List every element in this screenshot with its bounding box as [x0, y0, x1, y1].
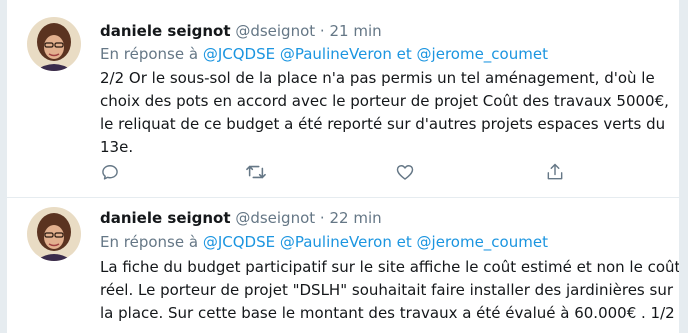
tweet[interactable]: daniele seignot @dseignot · 21 min En ré…: [7, 0, 679, 198]
share-icon: [547, 163, 563, 180]
tweet-text-line: 2/2 Or le sous-sol de la place n'a pas p…: [100, 69, 655, 87]
reply-context: En réponse à @JCQDSE @PaulineVeron et @j…: [100, 232, 548, 252]
tweet-text: 2/2 Or le sous-sol de la place n'a pas p…: [100, 67, 669, 159]
retweet-button[interactable]: [245, 162, 269, 186]
tweet-text: La fiche du budget participatif sur le s…: [100, 256, 680, 325]
like-button[interactable]: [395, 162, 419, 186]
mention-link[interactable]: @PaulineVeron: [280, 45, 392, 63]
tweet-text-line: la place. Sur cette base le montant des …: [100, 304, 675, 322]
mention-link[interactable]: @JCQDSE: [203, 233, 275, 251]
avatar-image: [27, 207, 81, 261]
reply-button[interactable]: [100, 162, 124, 186]
timeline: daniele seignot @dseignot · 21 min En ré…: [6, 0, 680, 333]
tweet-header: daniele seignot @dseignot · 22 min: [100, 208, 382, 228]
reply-conjunction[interactable]: et: [397, 233, 412, 251]
display-name[interactable]: daniele seignot: [100, 22, 231, 40]
timestamp[interactable]: 22 min: [329, 209, 381, 227]
tweet-actions: [100, 162, 570, 186]
separator-dot: ·: [319, 209, 325, 227]
mention-link[interactable]: @PaulineVeron: [280, 233, 392, 251]
display-name[interactable]: daniele seignot: [100, 209, 231, 227]
timestamp[interactable]: 21 min: [329, 22, 381, 40]
tweet[interactable]: daniele seignot @dseignot · 22 min En ré…: [7, 198, 679, 333]
retweet-icon: [246, 165, 266, 179]
separator-dot: ·: [319, 22, 325, 40]
tweet-text-line: réel. Le porteur de projet "DSLH" souhai…: [100, 281, 673, 299]
tweet-header: daniele seignot @dseignot · 21 min: [100, 21, 382, 41]
user-handle[interactable]: @dseignot: [235, 209, 315, 227]
reply-conjunction[interactable]: et: [397, 45, 412, 63]
avatar-image: [27, 17, 81, 71]
mention-link[interactable]: @jerome_coumet: [417, 233, 548, 251]
avatar[interactable]: [27, 207, 81, 261]
tweet-text-line: 13e.: [100, 138, 134, 156]
reply-context: En réponse à @JCQDSE @PaulineVeron et @j…: [100, 44, 548, 64]
mention-link[interactable]: @JCQDSE: [203, 45, 275, 63]
tweet-text-line: La fiche du budget participatif sur le s…: [100, 258, 680, 276]
share-button[interactable]: [545, 162, 569, 186]
reply-icon: [102, 165, 118, 180]
mention-link[interactable]: @jerome_coumet: [417, 45, 548, 63]
tweet-text-line: choix des pots en accord avec le porteur…: [100, 92, 669, 110]
reply-prefix: En réponse à: [100, 233, 199, 251]
like-icon: [396, 165, 414, 180]
user-handle[interactable]: @dseignot: [235, 22, 315, 40]
reply-prefix: En réponse à: [100, 45, 199, 63]
avatar[interactable]: [27, 17, 81, 71]
tweet-text-line: le reliquat de ce budget a été reporté s…: [100, 115, 666, 133]
